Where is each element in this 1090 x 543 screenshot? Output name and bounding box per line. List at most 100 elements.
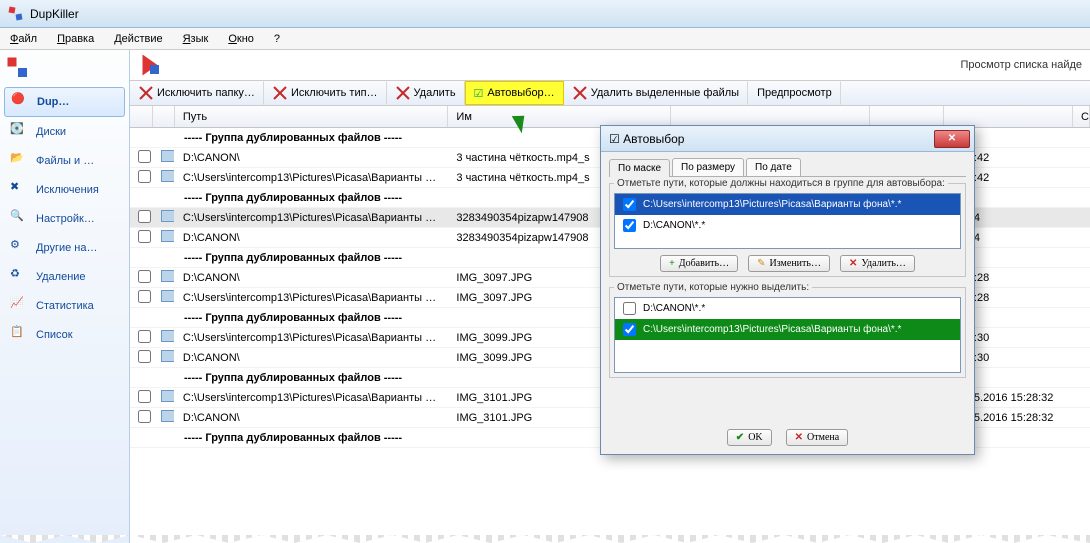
plus-icon: + bbox=[669, 258, 675, 269]
exclude-type-button[interactable]: Исключить тип… bbox=[264, 81, 387, 105]
list-item-label: C:\Users\intercomp13\Pictures\Picasa\Вар… bbox=[643, 199, 901, 210]
sidebar-item-5[interactable]: ⚙ Другие на… bbox=[4, 234, 125, 262]
tab-by-size[interactable]: По размеру bbox=[672, 158, 744, 176]
col-size[interactable] bbox=[671, 106, 870, 127]
menu-action[interactable]: Действие bbox=[114, 33, 162, 45]
autoselect-button[interactable]: ☑Автовыбор… bbox=[465, 81, 564, 105]
file-icon bbox=[161, 330, 175, 342]
row-checkbox[interactable] bbox=[138, 330, 151, 343]
check-icon: ✔ bbox=[736, 432, 744, 443]
group2-listbox[interactable]: D:\CANON\*.*C:\Users\intercomp13\Picture… bbox=[614, 297, 961, 373]
col-path[interactable]: Путь bbox=[175, 106, 449, 127]
list-item[interactable]: C:\Users\intercomp13\Pictures\Picasa\Вар… bbox=[615, 319, 960, 340]
cell-path: C:\Users\intercomp13\Pictures\Picasa\Вар… bbox=[175, 292, 449, 304]
list-checkbox[interactable] bbox=[623, 219, 636, 232]
row-checkbox[interactable] bbox=[138, 390, 151, 403]
menu-edit[interactable]: Правка bbox=[57, 33, 94, 45]
group2-legend: Отметьте пути, которые нужно выделить: bbox=[614, 282, 812, 293]
cancel-button[interactable]: ✕Отмена bbox=[786, 429, 849, 446]
exclude-folder-button[interactable]: Исключить папку… bbox=[130, 81, 264, 105]
sidebar-icon: ✖ bbox=[10, 180, 30, 200]
sidebar-item-label: Исключения bbox=[36, 184, 99, 196]
sidebar-icon: ⚙ bbox=[10, 238, 30, 258]
cell-path: C:\Users\intercomp13\Pictures\Picasa\Вар… bbox=[175, 172, 449, 184]
row-checkbox[interactable] bbox=[138, 170, 151, 183]
row-checkbox[interactable] bbox=[138, 210, 151, 223]
sidebar-logo bbox=[6, 56, 125, 83]
sidebar-item-7[interactable]: 📈Статистика bbox=[4, 292, 125, 320]
col-date[interactable] bbox=[944, 106, 1073, 127]
list-item-label: D:\CANON\*.* bbox=[643, 220, 705, 231]
dialog-icon: ☑ bbox=[609, 132, 623, 146]
sidebar-item-3[interactable]: ✖ Исключения bbox=[4, 176, 125, 204]
row-checkbox[interactable] bbox=[138, 230, 151, 243]
menubar: Файл Правка Действие Язык Окно ? bbox=[0, 28, 1090, 50]
dialog-title: Автовыбор bbox=[623, 132, 684, 146]
delete-selected-button[interactable]: Удалить выделенные файлы bbox=[564, 81, 748, 105]
close-icon[interactable]: ✕ bbox=[934, 130, 970, 148]
file-icon bbox=[161, 230, 175, 242]
sidebar-icon: ♻ bbox=[10, 267, 30, 287]
row-checkbox[interactable] bbox=[138, 150, 151, 163]
sidebar-item-label: Dup… bbox=[37, 96, 69, 108]
ok-button[interactable]: ✔OK bbox=[727, 429, 772, 446]
sidebar-item-label: Настройк… bbox=[36, 213, 95, 225]
app-title: DupKiller bbox=[30, 7, 79, 21]
row-checkbox[interactable] bbox=[138, 410, 151, 423]
sidebar-item-0[interactable]: 🔴 Dup… bbox=[4, 87, 125, 117]
preview-button[interactable]: Предпросмотр bbox=[748, 81, 841, 105]
menu-language[interactable]: Язык bbox=[183, 33, 209, 45]
dialog-tabs: По маске По размеру По дате bbox=[609, 158, 966, 177]
delete-button[interactable]: Удалить bbox=[387, 81, 465, 105]
sidebar-icon: 🔍 bbox=[10, 209, 30, 229]
menu-window[interactable]: Окно bbox=[228, 33, 254, 45]
sidebar-icon: 🔴 bbox=[11, 92, 31, 112]
list-checkbox[interactable] bbox=[623, 323, 636, 336]
list-item[interactable]: D:\CANON\*.* bbox=[615, 298, 960, 319]
row-checkbox[interactable] bbox=[138, 270, 151, 283]
menu-file[interactable]: Файл bbox=[10, 33, 37, 45]
col-name[interactable]: Им bbox=[448, 106, 671, 127]
sidebar-item-label: Удаление bbox=[36, 271, 86, 283]
menu-help[interactable]: ? bbox=[274, 33, 280, 45]
list-item[interactable]: C:\Users\intercomp13\Pictures\Picasa\Вар… bbox=[615, 194, 960, 215]
tab-by-date[interactable]: По дате bbox=[746, 158, 801, 176]
edit-button[interactable]: ✎Изменить… bbox=[748, 255, 830, 272]
file-icon bbox=[161, 170, 175, 182]
group1-listbox[interactable]: C:\Users\intercomp13\Pictures\Picasa\Вар… bbox=[614, 193, 961, 249]
sidebar-item-label: Диски bbox=[36, 126, 66, 138]
toolbar: Исключить папку… Исключить тип… Удалить … bbox=[130, 80, 1090, 106]
cell-path: D:\CANON\ bbox=[175, 152, 449, 164]
tab-by-mask[interactable]: По маске bbox=[609, 159, 670, 177]
remove-button[interactable]: ✕Удалить… bbox=[840, 255, 915, 272]
row-checkbox[interactable] bbox=[138, 290, 151, 303]
sidebar-item-2[interactable]: 📂Файлы и … bbox=[4, 147, 125, 175]
group1-legend: Отметьте пути, которые должны находиться… bbox=[614, 178, 948, 189]
x-icon: ✕ bbox=[849, 258, 857, 269]
content-logo-icon bbox=[138, 53, 162, 77]
sidebar-icon: 📋 bbox=[10, 325, 30, 345]
sidebar-item-1[interactable]: 💽Диски bbox=[4, 118, 125, 146]
row-checkbox[interactable] bbox=[138, 350, 151, 363]
file-icon bbox=[161, 350, 175, 362]
sidebar-item-4[interactable]: 🔍 Настройк… bbox=[4, 205, 125, 233]
add-button[interactable]: +Добавить… bbox=[660, 255, 738, 272]
sidebar-item-label: Файлы и … bbox=[36, 155, 94, 167]
col-type[interactable] bbox=[870, 106, 944, 127]
sidebar-item-6[interactable]: ♻ Удаление bbox=[4, 263, 125, 291]
file-icon bbox=[161, 410, 175, 422]
list-item[interactable]: D:\CANON\*.* bbox=[615, 215, 960, 236]
col-sim[interactable]: Сходст bbox=[1073, 106, 1090, 127]
sidebar-item-label: Другие на… bbox=[36, 242, 97, 254]
cell-path: D:\CANON\ bbox=[175, 232, 449, 244]
list-checkbox[interactable] bbox=[623, 302, 636, 315]
file-icon bbox=[161, 270, 175, 282]
sidebar-item-8[interactable]: 📋 Список bbox=[4, 321, 125, 349]
sidebar-item-label: Список bbox=[36, 329, 73, 341]
sidebar-item-label: Статистика bbox=[36, 300, 94, 312]
file-icon bbox=[161, 290, 175, 302]
cell-path: C:\Users\intercomp13\Pictures\Picasa\Вар… bbox=[175, 392, 449, 404]
x-icon: ✕ bbox=[795, 432, 803, 443]
file-icon bbox=[161, 210, 175, 222]
list-checkbox[interactable] bbox=[623, 198, 636, 211]
